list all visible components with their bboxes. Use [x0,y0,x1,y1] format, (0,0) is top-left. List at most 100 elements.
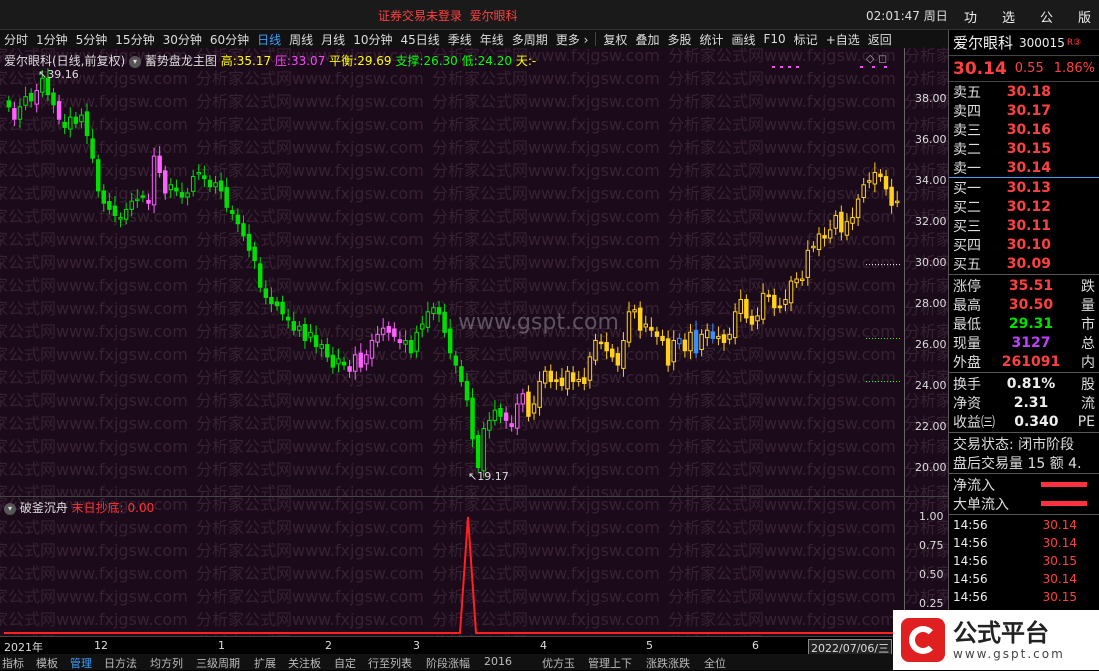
candle [822,227,827,247]
candle [576,371,581,387]
stat-row[interactable]: 收益㈢ 0.340 PE [949,412,1099,431]
tab-15min[interactable]: 15分钟 [111,31,158,48]
menu-function[interactable]: 功能 [956,0,994,45]
tab-yearly[interactable]: 年线 [476,31,508,48]
bottom-tab[interactable]: 自定 [334,655,356,671]
bottom-tab[interactable]: 阶段涨幅 [426,655,470,671]
candle [73,112,79,129]
kline-chart[interactable]: 分析家公式网www.fxjgsw.com分析家公式网www.fxjgsw.com… [0,46,1099,502]
btn-mark[interactable]: 标记 [790,31,822,48]
date-tick: 4 [540,639,547,652]
bottom-tab[interactable]: 管理上下 [588,655,632,671]
ask-level[interactable]: 卖四 30.17 [949,101,1099,120]
candle [833,210,838,235]
tab-monthly[interactable]: 月线 [317,31,349,48]
candle [23,86,28,111]
menu-options[interactable]: 选项 [994,0,1032,45]
tick-time: 14:56 [953,590,988,604]
menu-version[interactable]: 版 [1070,0,1099,30]
menu-formula[interactable]: 公式 [1032,0,1070,45]
stat-row[interactable]: 净资 2.31 流 [949,393,1099,412]
bottom-tab[interactable]: 日方法 [104,655,137,671]
tab-5min[interactable]: 5分钟 [72,31,112,48]
candle [168,178,174,199]
tab-60min[interactable]: 60分钟 [206,31,253,48]
bottom-tab[interactable]: 三级周期 [196,655,240,671]
tab-10min[interactable]: 10分钟 [349,31,396,48]
candle [883,169,889,196]
signal-marker [772,66,775,68]
candle [861,178,866,203]
dropdown-icon[interactable]: ▾ [129,55,142,68]
logo-url: www.gspt.com [953,647,1065,661]
tab-weekly[interactable]: 周线 [285,31,317,48]
tab-1min[interactable]: 1分钟 [32,31,72,48]
bid-level[interactable]: 买三 30.11 [949,216,1099,235]
candle [598,333,604,350]
stat-row[interactable]: 最高 30.50 量 [949,295,1099,314]
btn-draw[interactable]: 画线 [727,31,759,48]
tab-multiperiod[interactable]: 多周期 [508,31,552,48]
ask-level[interactable]: 卖五 30.18 [949,82,1099,101]
bottom-tab[interactable]: 关注板 [288,655,321,671]
stat-row[interactable]: 现量 3127 总 [949,333,1099,352]
tab-daily[interactable]: 日线 [253,31,285,48]
ask-level[interactable]: 卖二 30.15 [949,139,1099,158]
tab-more[interactable]: 更多 › [552,31,593,48]
indicator-name[interactable]: 蓄势盘龙主图 [145,54,217,68]
btn-multistock[interactable]: 多股 [663,31,695,48]
bid-level[interactable]: 买一 30.13 [949,178,1099,197]
tab-timeshare[interactable]: 分时 [0,31,32,48]
bottom-tab[interactable]: 2016 [484,655,512,668]
stat-row-label: 现量 [953,335,981,352]
login-notice[interactable]: 证券交易未登录 爱尔眼科 [378,7,518,24]
stat-row[interactable]: 换手 0.81% 股 [949,374,1099,393]
candle [772,288,777,317]
bid-level[interactable]: 买五 30.09 [949,254,1099,273]
btn-back[interactable]: 返回 [864,31,896,48]
stat-suffix: 流 [1080,395,1095,412]
bottom-tab[interactable]: 指标 [2,655,24,671]
stat-row[interactable]: 最低 29.31 市 [949,314,1099,333]
price-axis: 38.00 36.00 34.00 32.00 30.00 28.00 26.00 24.00… [904,48,948,496]
bottom-tab[interactable]: 均方列 [150,655,183,671]
tab-45day[interactable]: 45日线 [396,31,443,48]
stat-row[interactable]: 外盘 261091 内 [949,352,1099,371]
ask-level[interactable]: 卖一 30.14 [949,158,1099,177]
bottom-tab[interactable]: 管理 [70,655,92,671]
sub-indicator-name[interactable]: 破釜沉舟 [20,501,68,515]
stat-suffix: 市 [1080,316,1095,333]
candle [503,406,509,429]
ask-level-value: 30.17 [1006,102,1051,119]
stat-row[interactable]: 涨停 35.51 跌 [949,276,1099,295]
bottom-tab[interactable]: 全位 [704,655,726,671]
tab-quarterly[interactable]: 季线 [444,31,476,48]
bid-level-value: 30.13 [1006,179,1051,196]
btn-add-watch[interactable]: +自选 [822,31,864,48]
chart-controls-icon[interactable]: ◇ ◻ [866,52,887,65]
btn-adjust[interactable]: 复权 [599,31,631,48]
dropdown-icon[interactable]: ▾ [4,502,16,515]
legend-support: 26.30 [423,54,458,68]
bottom-tab[interactable]: 扩展 [254,655,276,671]
candle [375,325,380,348]
candle [710,323,716,344]
tab-30min[interactable]: 30分钟 [159,31,206,48]
btn-stats[interactable]: 统计 [695,31,727,48]
tick-price: 30.14 [1042,536,1077,550]
stat-row-label: 收益㈢ [953,414,995,431]
candle [252,241,257,269]
indicator-panel[interactable]: 分析家公式网www.fxjgsw.com分析家公式网www.fxjgsw.com… [0,495,1099,652]
btn-overlay[interactable]: 叠加 [631,31,663,48]
stat-suffix: 跌 [1080,278,1095,295]
bid-level-label: 买四 [953,237,981,254]
bottom-tab[interactable]: 行至列表 [368,655,412,671]
trough-label: ↖19.17 [468,470,509,483]
bottom-tab[interactable]: 优方玉 [542,655,575,671]
bid-level[interactable]: 买四 30.10 [949,235,1099,254]
ask-level[interactable]: 卖三 30.16 [949,120,1099,139]
bottom-tab[interactable]: 模板 [36,655,58,671]
bid-level[interactable]: 买二 30.12 [949,197,1099,216]
btn-f10[interactable]: F10 [760,32,790,46]
bottom-tab[interactable]: 涨跌涨跌 [646,655,690,671]
